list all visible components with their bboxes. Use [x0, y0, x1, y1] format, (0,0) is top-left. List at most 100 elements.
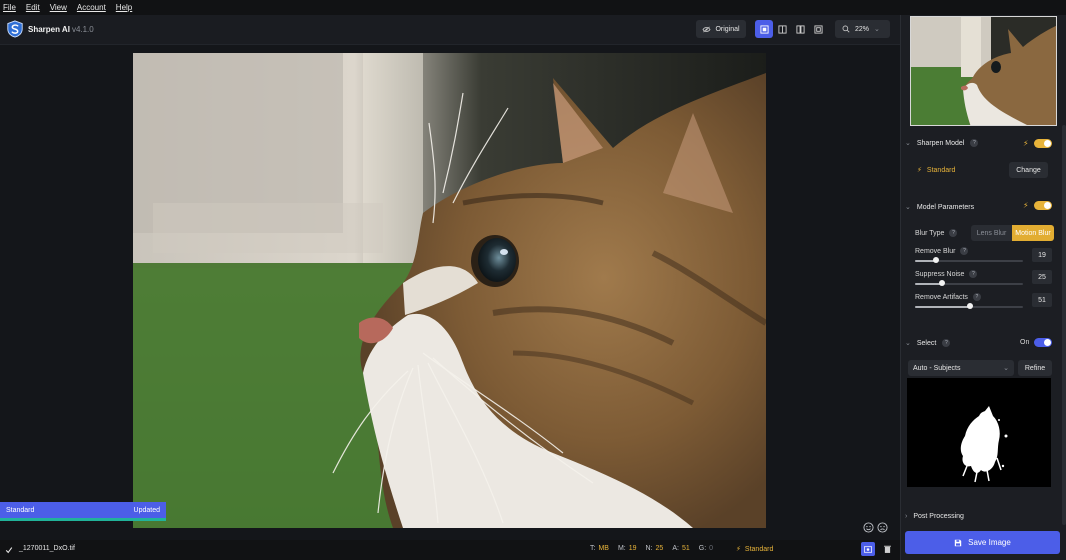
help-icon[interactable]: ? [942, 339, 951, 347]
navigator-thumbnail[interactable] [910, 16, 1057, 126]
view-mode-group [755, 20, 827, 38]
bolt-icon: ⚡ [1023, 201, 1029, 210]
lens-blur-option[interactable]: Lens Blur [971, 225, 1012, 241]
processing-status-bar: Standard Updated [0, 502, 166, 521]
status-model: Standard [6, 506, 35, 514]
split-view-button[interactable] [773, 20, 791, 38]
refine-button[interactable]: Refine [1018, 360, 1052, 376]
single-view-icon [759, 24, 769, 34]
change-model-button[interactable]: Change [1009, 162, 1048, 178]
file-name[interactable]: _1270011_DxO.tif [19, 545, 75, 552]
sidebar-scrollbar[interactable] [1062, 125, 1066, 525]
top-toolbar: Sharpen AI v4.1.0 Original 22% ⌄ [0, 15, 900, 45]
cat-photo [133, 53, 766, 528]
bottom-model: ⚡ Standard [736, 545, 774, 554]
stat-m: M: 19 [617, 545, 637, 552]
menu-view[interactable]: View [50, 3, 67, 12]
suppress-noise-label: Suppress Noise ? [915, 270, 978, 278]
stat-g: G: 0 [698, 545, 714, 552]
delete-button[interactable] [881, 542, 893, 556]
status-state: Updated [133, 506, 160, 514]
check-icon [5, 547, 13, 554]
remove-artifacts-label: Remove Artifacts ? [915, 293, 981, 301]
chevron-down-icon: ⌄ [905, 140, 911, 147]
stat-t: T: MB [590, 545, 609, 552]
thumbnail-photo [911, 17, 1056, 125]
remove-artifacts-slider[interactable] [915, 303, 1023, 309]
image-canvas[interactable] [133, 53, 766, 528]
grid-view-button[interactable] [809, 20, 827, 38]
preview-image-button[interactable] [861, 542, 875, 556]
save-image-button[interactable]: Save Image [905, 531, 1060, 554]
menu-bar: File Edit View Account Help [0, 0, 1066, 15]
chevron-down-icon: ⌄ [1003, 365, 1009, 372]
bottom-actions [861, 542, 893, 556]
motion-blur-option[interactable]: Motion Blur [1012, 225, 1054, 241]
model-parameters-header[interactable]: ⌄ Model Parameters [905, 203, 975, 212]
sharpen-model-value: ⚡ Standard [917, 166, 956, 175]
help-icon[interactable]: ? [949, 229, 958, 237]
sharpen-model-title: Sharpen Model [916, 139, 965, 147]
chevron-down-icon: ⌄ [905, 340, 911, 347]
sharpen-model-toggle[interactable] [1034, 139, 1052, 148]
help-icon[interactable]: ? [960, 247, 969, 255]
select-title: Select [916, 339, 937, 347]
blur-type-label: Blur Type ? [915, 229, 958, 237]
help-icon[interactable]: ? [970, 139, 979, 147]
chevron-down-icon: ⌄ [905, 204, 911, 211]
bolt-icon: ⚡ [1023, 139, 1029, 148]
model-parameters-title: Model Parameters [916, 203, 975, 211]
model-parameters-toggle[interactable] [1034, 201, 1052, 210]
side-by-side-view-button[interactable] [791, 20, 809, 38]
sharpen-model-name: Standard [926, 166, 956, 174]
menu-account[interactable]: Account [77, 3, 106, 12]
post-processing-title: Post Processing [913, 513, 964, 520]
app-title: Sharpen AI v4.1.0 [28, 25, 94, 34]
chevron-down-icon: ⌄ [874, 26, 880, 33]
zoom-control[interactable]: 22% ⌄ [835, 20, 890, 38]
app-name: Sharpen AI [28, 25, 70, 34]
stat-n: N: 25 [645, 545, 664, 552]
suppress-noise-slider[interactable] [915, 280, 1023, 286]
feedback-icons [863, 522, 888, 533]
happy-face-icon[interactable] [863, 522, 874, 533]
suppress-noise-value[interactable]: 25 [1032, 270, 1052, 284]
app-logo-icon [7, 20, 23, 38]
app-version: v4.1.0 [71, 25, 94, 34]
menu-help[interactable]: Help [116, 3, 132, 12]
sharpen-model-header[interactable]: ⌄ Sharpen Model ? [905, 139, 979, 147]
remove-blur-label: Remove Blur ? [915, 247, 969, 255]
original-toggle-button[interactable]: Original [696, 20, 746, 38]
split-view-icon [777, 24, 787, 34]
select-mode-dropdown[interactable]: Auto - Subjects ⌄ [908, 360, 1014, 376]
subject-mask-shape [960, 406, 1008, 483]
zoom-icon [842, 25, 850, 33]
grid-view-icon [813, 24, 823, 34]
save-image-label: Save Image [968, 538, 1011, 547]
menu-edit[interactable]: Edit [26, 3, 40, 12]
chevron-right-icon: › [905, 513, 908, 520]
select-header[interactable]: ⌄ Select ? [905, 339, 951, 347]
post-processing-header[interactable]: › Post Processing [905, 513, 964, 520]
select-toggle[interactable] [1034, 338, 1052, 347]
bolt-icon: ⚡ [917, 167, 922, 174]
help-icon[interactable]: ? [972, 293, 981, 301]
bolt-icon: ⚡ [736, 546, 741, 553]
trash-icon [883, 545, 891, 553]
select-mode-value: Auto - Subjects [913, 364, 961, 372]
settings-summary: T: MB M: 19 N: 25 A: 51 G: 0 [590, 545, 713, 552]
original-label: Original [715, 25, 740, 33]
blur-type-selector: Lens Blur Motion Blur [971, 225, 1054, 241]
bottom-model-label: Standard [744, 545, 774, 553]
selection-mask-preview [907, 378, 1051, 487]
single-view-button[interactable] [755, 20, 773, 38]
main-area: Sharpen AI v4.1.0 Original 22% ⌄ [0, 15, 900, 540]
remove-blur-value[interactable]: 19 [1032, 248, 1052, 262]
remove-artifacts-value[interactable]: 51 [1032, 293, 1052, 307]
sad-face-icon[interactable] [877, 522, 888, 533]
menu-file[interactable]: File [3, 3, 16, 12]
remove-blur-slider[interactable] [915, 257, 1023, 263]
save-icon [954, 539, 962, 546]
eye-off-icon [702, 26, 711, 32]
help-icon[interactable]: ? [969, 270, 978, 278]
